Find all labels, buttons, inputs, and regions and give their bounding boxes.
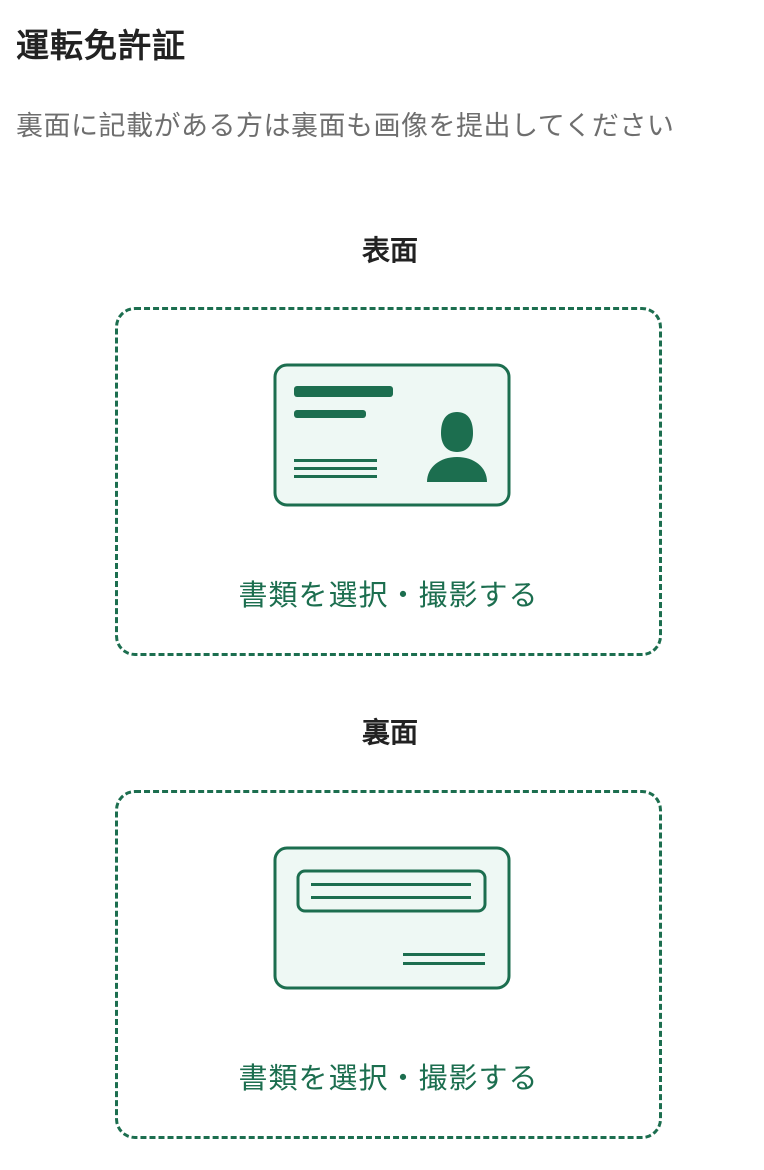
id-card-back-icon [273, 846, 511, 990]
instruction-text: 裏面に記載がある方は裏面も画像を提出してください [16, 111, 675, 142]
page-title: 運転免許証 [16, 26, 186, 65]
back-upload-button[interactable]: 書類を選択・撮影する [115, 790, 662, 1139]
front-upload-label: 書類を選択・撮影する [238, 578, 539, 612]
front-upload-button[interactable]: 書類を選択・撮影する [115, 307, 662, 656]
id-card-front-icon [273, 363, 511, 507]
back-section-label: 裏面 [361, 716, 418, 749]
front-section-label: 表面 [361, 234, 418, 267]
back-upload-label: 書類を選択・撮影する [238, 1061, 539, 1095]
